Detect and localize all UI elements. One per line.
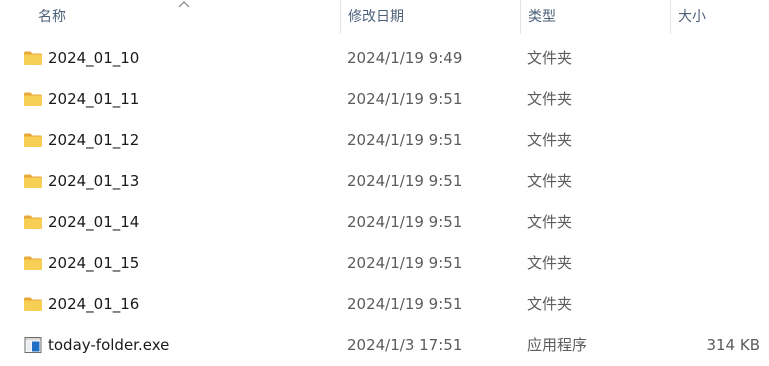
folder-icon [24, 133, 42, 147]
file-name: today-folder.exe [48, 336, 170, 354]
folder-icon [24, 256, 42, 270]
file-name: 2024_01_11 [48, 90, 140, 108]
file-type: 文件夹 [527, 254, 573, 272]
file-type: 文件夹 [527, 295, 573, 313]
folder-icon [24, 51, 42, 65]
file-modified-date: 2024/1/19 9:51 [347, 213, 463, 231]
file-row[interactable]: 2024_01_16 2024/1/19 9:51 文件夹 [0, 284, 769, 325]
file-modified-date: 2024/1/3 17:51 [347, 336, 463, 354]
exe-file-icon [24, 337, 42, 353]
file-row[interactable]: 2024_01_10 2024/1/19 9:49 文件夹 [0, 38, 769, 79]
column-header-bar: 名称 修改日期 类型 大小 [0, 0, 769, 34]
file-name: 2024_01_15 [48, 254, 140, 272]
file-row[interactable]: 2024_01_15 2024/1/19 9:51 文件夹 [0, 243, 769, 284]
file-row[interactable]: today-folder.exe 2024/1/3 17:51 应用程序 314… [0, 325, 769, 366]
file-type: 应用程序 [527, 336, 588, 354]
file-type: 文件夹 [527, 213, 573, 231]
file-modified-date: 2024/1/19 9:49 [347, 49, 463, 67]
file-size: 314 KB [706, 336, 760, 354]
file-list: 2024_01_10 2024/1/19 9:49 文件夹 2024_01_11… [0, 38, 769, 366]
file-row[interactable]: 2024_01_11 2024/1/19 9:51 文件夹 [0, 79, 769, 120]
file-type: 文件夹 [527, 172, 573, 190]
file-name: 2024_01_16 [48, 295, 140, 313]
file-row[interactable]: 2024_01_13 2024/1/19 9:51 文件夹 [0, 161, 769, 202]
file-type: 文件夹 [527, 90, 573, 108]
file-name: 2024_01_10 [48, 49, 140, 67]
file-modified-date: 2024/1/19 9:51 [347, 131, 463, 149]
file-row[interactable]: 2024_01_14 2024/1/19 9:51 文件夹 [0, 202, 769, 243]
file-name: 2024_01_12 [48, 131, 140, 149]
column-header-modified[interactable]: 修改日期 [340, 0, 520, 34]
folder-icon [24, 297, 42, 311]
file-name: 2024_01_14 [48, 213, 140, 231]
file-modified-date: 2024/1/19 9:51 [347, 295, 463, 313]
file-name: 2024_01_13 [48, 172, 140, 190]
column-header-type[interactable]: 类型 [520, 0, 670, 34]
file-type: 文件夹 [527, 49, 573, 67]
column-header-type-label: 类型 [528, 9, 556, 25]
sort-ascending-icon [178, 1, 190, 8]
file-modified-date: 2024/1/19 9:51 [347, 90, 463, 108]
file-type: 文件夹 [527, 131, 573, 149]
column-header-size[interactable]: 大小 [670, 0, 769, 34]
file-modified-date: 2024/1/19 9:51 [347, 172, 463, 190]
folder-icon [24, 174, 42, 188]
column-header-name-label: 名称 [38, 9, 66, 25]
column-header-size-label: 大小 [678, 9, 706, 25]
folder-icon [24, 215, 42, 229]
column-header-modified-label: 修改日期 [348, 9, 404, 25]
file-row[interactable]: 2024_01_12 2024/1/19 9:51 文件夹 [0, 120, 769, 161]
file-modified-date: 2024/1/19 9:51 [347, 254, 463, 272]
folder-icon [24, 92, 42, 106]
